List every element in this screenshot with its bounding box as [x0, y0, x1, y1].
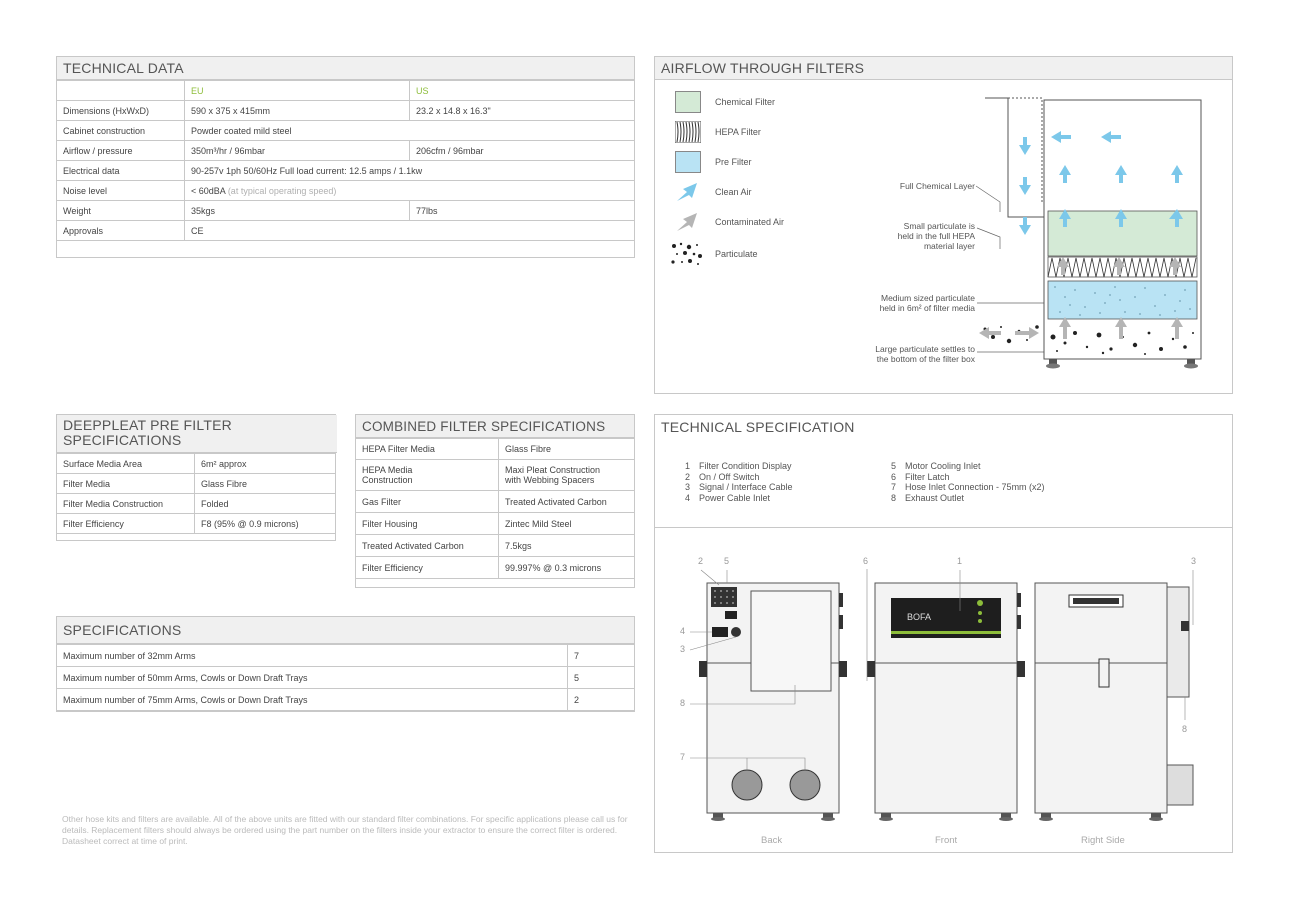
table-row: Filter Efficiency 99.997% @ 0.3 microns — [356, 556, 634, 579]
part-number-8-back: 8 — [680, 698, 686, 708]
back-view — [689, 569, 847, 821]
table-row: Approvals CE — [57, 220, 634, 241]
caption-back: Back — [761, 835, 783, 846]
combined-panel: COMBINED FILTER SPECIFICATIONS HEPA Filt… — [355, 414, 635, 588]
brand-logo: BOFA — [907, 612, 931, 622]
caption-right-side: Right Side — [1081, 835, 1125, 846]
table-row: Cabinet construction Powder coated mild … — [57, 120, 634, 141]
deeppleat-title: DEEPPLEAT PRE FILTER SPECIFICATIONS — [57, 415, 337, 453]
combined-table: HEPA Filter Media Glass Fibre HEPA Media C… — [356, 438, 634, 579]
footnote: Other hose kits and filters are availabl… — [62, 814, 628, 846]
part-number-5: 5 — [724, 556, 730, 566]
table-row: Filter Media Construction Folded — [57, 493, 335, 514]
part-number-2: 2 — [698, 556, 704, 566]
table-row: Weight 35kgs 77lbs — [57, 200, 634, 221]
table-row: Airflow / pressure 350m³/hr / 96mbar 206… — [57, 140, 634, 161]
part-number-6: 6 — [863, 556, 869, 566]
table-row: EU US — [57, 80, 634, 101]
table-row: Maximum number of 75mm Arms, Cowls or Do… — [57, 688, 634, 711]
table-row: Filter Media Glass Fibre — [57, 473, 335, 494]
airflow-panel: AIRFLOW THROUGH FILTERS Chemical Filter … — [654, 56, 1233, 394]
table-row: Gas Filter Treated Activated Carbon — [356, 490, 634, 513]
part-number-7: 7 — [680, 752, 686, 762]
technical-data-title: TECHNICAL DATA — [57, 57, 634, 80]
part-number-3-back: 3 — [680, 644, 686, 654]
technical-data-table: EU US Dimensions (HxWxD) 590 x 375 x 415… — [57, 80, 634, 241]
specifications-panel: SPECIFICATIONS Maximum number of 32mm Ar… — [56, 616, 635, 712]
caption-front: Front — [935, 835, 958, 846]
part-number-1: 1 — [957, 556, 963, 566]
table-row: Treated Activated Carbon 7.5kgs — [356, 534, 634, 557]
specifications-table: Maximum number of 32mm Arms 7 Maximum num… — [57, 644, 634, 711]
front-view: BOFA — [866, 569, 1025, 821]
part-number-4: 4 — [680, 626, 686, 636]
deeppleat-table: Surface Media Area 6m² approx Filter Medi… — [57, 453, 335, 534]
right-side-view — [1034, 570, 1194, 821]
part-number-3-right: 3 — [1191, 556, 1197, 566]
table-row: Dimensions (HxWxD) 590 x 375 x 415mm 23.… — [57, 100, 634, 121]
table-row: HEPA Filter Media Glass Fibre — [356, 438, 634, 460]
table-row: Maximum number of 50mm Arms, Cowls or Do… — [57, 666, 634, 689]
table-row: Surface Media Area 6m² approx — [57, 453, 335, 474]
part-number-8-side: 8 — [1182, 724, 1188, 734]
table-row: Electrical data 90-257v 1ph 50/60Hz Full… — [57, 160, 634, 181]
table-row: Noise level < 60dBA (at typical operatin… — [57, 180, 634, 201]
deeppleat-panel: DEEPPLEAT PRE FILTER SPECIFICATIONS Surf… — [56, 414, 337, 541]
combined-title: COMBINED FILTER SPECIFICATIONS — [356, 415, 634, 438]
filter-box-diagram — [975, 97, 1202, 369]
table-row: Filter Housing Zintec Mild Steel — [356, 512, 634, 535]
table-row: HEPA Media Construction Maxi Pleat Constr… — [356, 459, 634, 491]
specifications-title: SPECIFICATIONS — [57, 617, 634, 644]
unit-views-illustration: BOFA — [689, 569, 1194, 821]
table-row: Maximum number of 32mm Arms 7 — [57, 644, 634, 667]
technical-data-panel: TECHNICAL DATA EU US Dimensions (HxWxD) … — [56, 56, 635, 258]
table-row: Filter Efficiency F8 (95% @ 0.9 microns) — [57, 513, 335, 534]
tech-spec-panel: TECHNICAL SPECIFICATION 1 Filter Conditio… — [654, 414, 1233, 853]
